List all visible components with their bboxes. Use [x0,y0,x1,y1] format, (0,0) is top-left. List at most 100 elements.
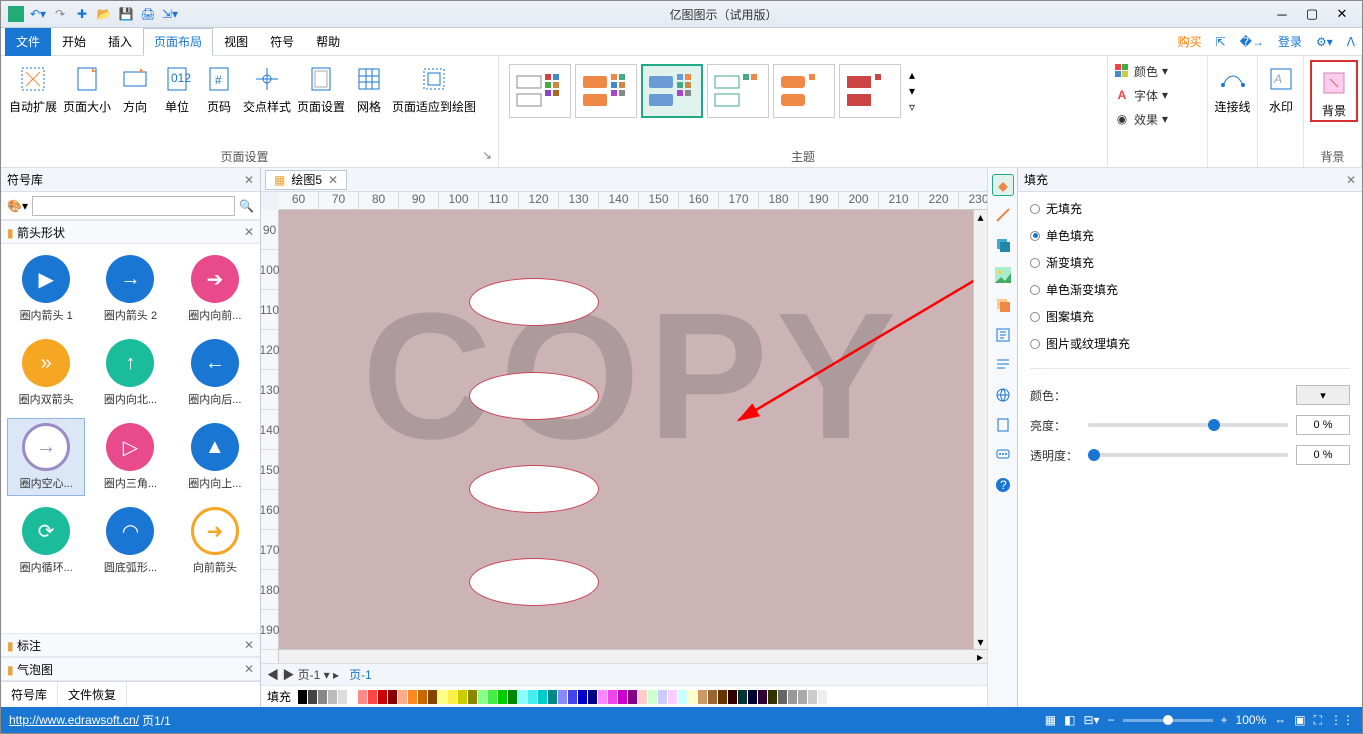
theme-card[interactable] [575,64,637,118]
fill-option-radio[interactable]: 图片或纹理填充 [1030,335,1350,352]
help-tool-icon[interactable]: ? [992,474,1014,496]
zoom-value[interactable]: 100% [1236,713,1267,727]
bottom-tab-recovery[interactable]: 文件恢复 [58,682,127,707]
para-tool-icon[interactable] [992,354,1014,376]
theme-card[interactable] [773,64,835,118]
direction-button[interactable]: 方向 [115,60,155,114]
color-swatch[interactable] [418,690,427,704]
ellipse-shape[interactable] [469,278,599,326]
fit-page-icon[interactable]: ▣ [1294,713,1305,727]
fill-option-radio[interactable]: 无填充 [1030,200,1350,217]
color-swatch[interactable] [648,690,657,704]
collapse-ribbon-icon[interactable]: ᐱ [1344,35,1358,49]
buy-link[interactable]: 购买 [1175,33,1205,50]
color-swatch[interactable] [608,690,617,704]
share-icon[interactable]: ⇱ [1213,35,1229,49]
grid-button[interactable]: 网格 [349,60,389,114]
color-swatch[interactable] [338,690,347,704]
color-swatch[interactable] [628,690,637,704]
fill-option-radio[interactable]: 单色填充 [1030,227,1350,244]
tab-help[interactable]: 帮助 [305,28,351,56]
gallery-up-icon[interactable]: ▴ [909,68,915,82]
tab-symbol[interactable]: 符号 [259,28,305,56]
color-swatch[interactable] [408,690,417,704]
color-swatch[interactable] [618,690,627,704]
redo-icon[interactable]: ↷ [51,5,69,23]
auto-expand-button[interactable]: 自动扩展 [7,60,59,114]
section-bubble[interactable]: 气泡图 [17,663,53,677]
shape-item[interactable]: »圈内双箭头 [7,334,85,412]
share2-icon[interactable]: �→ [1237,35,1267,49]
fill-option-radio[interactable]: 单色渐变填充 [1030,281,1350,298]
section-close-icon[interactable]: ✕ [244,225,254,239]
color-swatch[interactable] [478,690,487,704]
color-swatch[interactable] [428,690,437,704]
layer-tool-icon[interactable] [992,294,1014,316]
shape-item[interactable]: ↑圈内向北... [91,334,169,412]
color-swatch[interactable] [468,690,477,704]
canvas[interactable]: COPY [279,210,987,663]
color-swatch[interactable] [568,690,577,704]
color-swatch[interactable] [448,690,457,704]
transparency-slider[interactable] [1088,453,1288,457]
image-tool-icon[interactable] [992,264,1014,286]
color-swatch[interactable] [388,690,397,704]
cross-style-button[interactable]: 交点样式 [241,60,293,114]
color-swatch[interactable] [818,690,827,704]
fill-tool-icon[interactable] [992,174,1014,196]
close-button[interactable]: ✕ [1328,4,1356,24]
zoom-slider[interactable] [1123,719,1213,722]
shape-item[interactable]: →圈内箭头 2 [91,250,169,328]
open-icon[interactable]: 📂 [95,5,113,23]
color-swatch[interactable] [528,690,537,704]
color-swatch[interactable] [638,690,647,704]
color-swatch[interactable] [668,690,677,704]
color-swatch[interactable] [658,690,667,704]
login-link[interactable]: 登录 [1275,33,1305,50]
text-tool-icon[interactable] [992,324,1014,346]
page-tool-icon[interactable] [992,414,1014,436]
color-swatch[interactable] [708,690,717,704]
gallery-down-icon[interactable]: ▾ [909,84,915,98]
color-swatch[interactable] [788,690,797,704]
new-icon[interactable]: ✚ [73,5,91,23]
shape-item[interactable]: ←圈内向后... [176,334,254,412]
view-mode-3-icon[interactable]: ⊟▾ [1083,713,1099,727]
search-input[interactable] [32,196,235,216]
fit-page-button[interactable]: 页面适应到绘图 [391,60,477,114]
color-swatch[interactable] [718,690,727,704]
shadow-tool-icon[interactable] [992,234,1014,256]
close-fill-panel-icon[interactable]: ✕ [1346,173,1356,187]
tab-view[interactable]: 视图 [213,28,259,56]
color-swatch[interactable] [698,690,707,704]
line-tool-icon[interactable] [992,204,1014,226]
export-icon[interactable]: ⇲▾ [161,5,179,23]
section-annot[interactable]: 标注 [17,639,41,653]
color-swatch[interactable] [538,690,547,704]
color-swatch[interactable] [758,690,767,704]
tab-file[interactable]: 文件 [5,28,51,56]
page-size-button[interactable]: 页面大小 [61,60,113,114]
view-mode-1-icon[interactable]: ▦ [1045,713,1056,727]
connector-button[interactable]: 连接线 [1214,60,1251,114]
color-swatch[interactable] [368,690,377,704]
transparency-value[interactable]: 0 % [1296,445,1350,465]
shape-item[interactable]: ⟳圈内循环... [7,502,85,580]
save-icon[interactable]: 💾 [117,5,135,23]
zoom-in-icon[interactable]: + [1221,713,1228,727]
color-swatch[interactable] [678,690,687,704]
ellipse-shape[interactable] [469,465,599,513]
color-swatch[interactable] [598,690,607,704]
color-swatch[interactable] [588,690,597,704]
color-swatch[interactable] [778,690,787,704]
color-swatch[interactable] [728,690,737,704]
color-swatch[interactable] [768,690,777,704]
theme-card-selected[interactable] [641,64,703,118]
color-swatch[interactable] [438,690,447,704]
color-swatch[interactable] [558,690,567,704]
gallery-more-icon[interactable]: ▿ [909,100,915,114]
color-swatch[interactable] [748,690,757,704]
shape-item[interactable]: ▷圈内三角... [91,418,169,496]
brightness-slider[interactable] [1088,423,1288,427]
color-swatch[interactable] [318,690,327,704]
